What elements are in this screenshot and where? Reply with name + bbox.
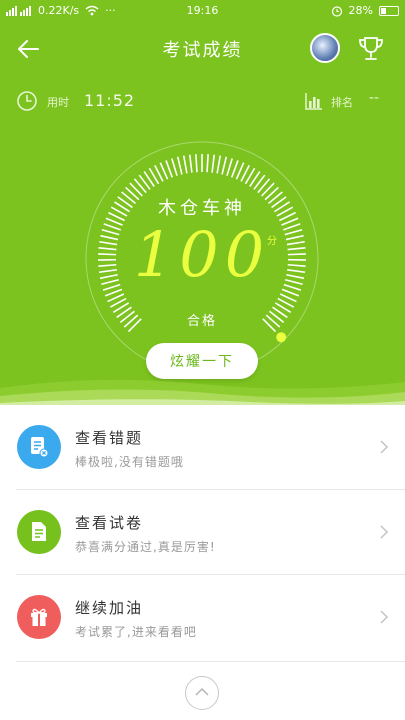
dial-tick <box>188 154 193 173</box>
score-unit: 分 <box>267 236 277 247</box>
time-label: 用时 <box>47 96 69 109</box>
dial-tick <box>182 155 188 174</box>
result-hero: 0.22K/s ··· 19:16 28% 考试成绩 用时 11:52 排名 -… <box>0 0 405 405</box>
battery-icon <box>379 5 399 16</box>
alarm-icon <box>331 5 342 17</box>
dial-tick <box>206 154 209 173</box>
list-item-title: 查看试卷 <box>75 514 144 532</box>
list-item-title: 继续加油 <box>75 599 144 617</box>
list-item-keep-going[interactable]: 继续加油 考试累了,进来看看吧 <box>0 575 405 659</box>
dial-marker <box>276 332 287 343</box>
page-title: 考试成绩 <box>162 40 243 61</box>
meta-row: 用时 11:52 排名 -- <box>0 88 405 116</box>
dial-tick <box>226 158 233 176</box>
hero-wave <box>0 379 405 405</box>
dial-tick <box>221 156 228 175</box>
chevron-up-icon <box>195 687 209 696</box>
list-item-exam-paper[interactable]: 查看试卷 恭喜满分通过,真是厉害! <box>0 490 405 574</box>
scroll-up-button[interactable] <box>185 676 219 710</box>
dial-tick <box>211 154 216 173</box>
pass-status: 合格 <box>186 314 217 329</box>
wrong-questions-icon <box>17 425 61 469</box>
user-title: 木仓车神 <box>158 198 246 219</box>
battery-percent: 28% <box>348 4 373 17</box>
rank-label: 排名 <box>331 96 353 109</box>
list-item-title: 查看错题 <box>75 429 144 447</box>
chevron-right-icon <box>380 525 389 539</box>
chevron-right-icon <box>380 610 389 624</box>
list-item-subtitle: 考试累了,进来看看吧 <box>75 625 197 639</box>
clock-icon <box>17 91 37 111</box>
rank-icon <box>305 93 322 110</box>
dial-tick <box>165 160 173 178</box>
dial-tick <box>176 156 183 175</box>
list-item-subtitle: 恭喜满分通过,真是厉害! <box>75 540 216 554</box>
dial-tick <box>231 160 239 178</box>
rank-value: -- <box>369 90 380 106</box>
trophy-icon[interactable] <box>355 32 387 64</box>
dial-tick <box>171 158 178 176</box>
list-item-wrong-questions[interactable]: 查看错题 棒极啦,没有错题哦 <box>0 405 405 489</box>
divider <box>16 661 405 662</box>
dial-tick <box>216 155 222 174</box>
score-value: 100 <box>133 218 271 291</box>
dial-tick <box>195 154 198 173</box>
exam-paper-icon <box>17 510 61 554</box>
status-bar: 0.22K/s ··· 19:16 28% <box>0 0 405 22</box>
gift-icon <box>17 595 61 639</box>
time-value: 11:52 <box>84 91 136 110</box>
chevron-right-icon <box>380 440 389 454</box>
avatar[interactable] <box>310 33 340 63</box>
list-item-subtitle: 棒极啦,没有错题哦 <box>75 455 184 469</box>
title-bar: 考试成绩 <box>0 28 405 68</box>
